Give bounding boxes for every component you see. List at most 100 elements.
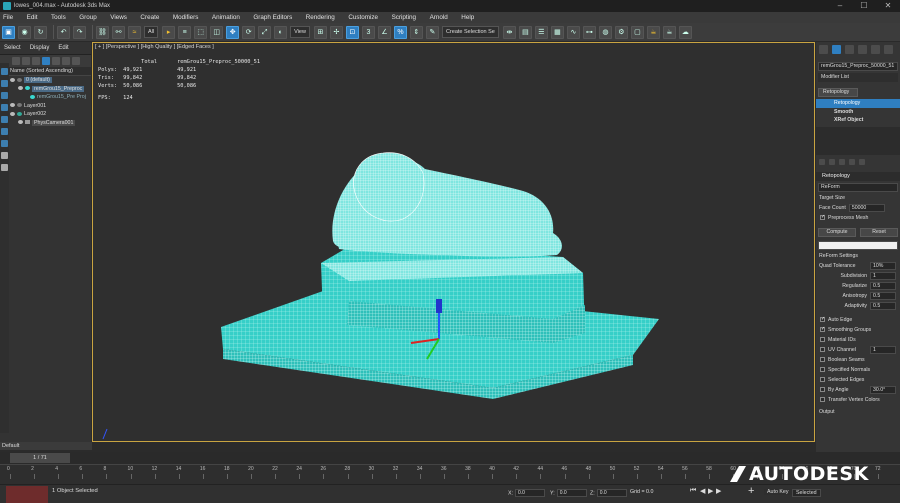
menu-customize[interactable]: Customize [348,14,378,21]
material-editor-icon[interactable]: ◍ [598,25,612,39]
refresh-icon[interactable]: ↻ [34,25,47,39]
render-online-icon[interactable]: ☁ [678,25,692,39]
filter-funnel-icon[interactable] [1,152,8,159]
tab-select[interactable]: Select [4,45,21,51]
scale-icon[interactable]: ⤢ [258,25,272,39]
maxscript-listener[interactable] [6,486,48,503]
hierarchy-tab-icon[interactable] [845,44,854,54]
snaps-toggle-icon[interactable]: ⊡ [345,25,359,39]
reset-button[interactable]: Reset [860,227,898,237]
face-count-input[interactable]: 50000 [848,203,885,212]
select-object-icon[interactable]: ▸ [162,25,176,39]
modifier-list-dropdown[interactable]: Modifier List [818,73,898,82]
menu-file[interactable]: File [3,14,13,21]
eye-icon[interactable] [17,103,22,108]
object-name-field[interactable]: remGrou15_Preproc_50000_51 [818,62,898,71]
menu-graph-editors[interactable]: Graph Editors [253,14,292,21]
eye-icon[interactable] [25,86,30,91]
viewport-label-menu[interactable]: [ + ] [Perspective ] [High Quality ] [Ed… [95,44,214,50]
placement-icon[interactable]: ◐ [274,25,288,39]
uv-channel-check[interactable]: UV Channel 1 [816,345,900,355]
align-icon[interactable]: ▤ [518,25,532,39]
display-none-icon[interactable] [1,68,8,75]
eye-icon[interactable] [30,94,35,99]
move-icon[interactable]: ✥ [226,25,240,39]
retopology-button[interactable]: Retopology [818,88,858,97]
redo-icon[interactable]: ↷ [73,25,86,39]
make-unique-icon[interactable] [839,158,845,165]
freeze-icon[interactable] [1,104,8,111]
geometry-filter-icon[interactable] [22,57,30,65]
rollout-retopology[interactable]: Retopology [816,171,900,181]
helper-filter-icon[interactable] [62,57,70,65]
configure-sets-icon[interactable] [859,158,865,165]
menu-arnold[interactable]: Arnold [430,14,448,21]
rotate-icon[interactable]: ⟳ [242,25,256,39]
menu-modifiers[interactable]: Modifiers [173,14,199,21]
material-ids-check[interactable]: Material IDs [816,335,900,345]
stack-item-smooth[interactable]: Smooth [816,108,900,117]
unlink-icon[interactable]: ⚯ [112,25,125,39]
search-icon[interactable] [72,57,80,65]
percent-snap-icon[interactable]: % [393,25,407,39]
eye-icon[interactable] [17,77,22,82]
selection-filter-dropdown[interactable]: All [144,26,159,38]
y-coordinate-input[interactable]: 0.0 [556,489,587,497]
smoothing-groups-check[interactable]: ✓ Smoothing Groups [816,325,900,335]
angle-snap-icon[interactable]: ∠ [377,25,391,39]
menu-group[interactable]: Group [79,14,97,21]
z-coordinate-input[interactable]: 0.0 [596,489,627,497]
rect-selection-icon[interactable]: ⬚ [194,25,208,39]
menu-edit[interactable]: Edit [27,14,38,21]
preprocess-mesh-check[interactable]: ✓ Preprocess Mesh [816,213,900,223]
window-crossing-icon[interactable]: ◫ [210,25,224,39]
specified-normals-check[interactable]: Specified Normals [816,365,900,375]
layer-selector[interactable]: Default [0,442,92,450]
next-frame-icon[interactable]: ▶ [716,487,721,495]
lock-icon[interactable] [1,164,8,171]
play-icon[interactable]: ▶ [708,487,713,495]
stack-item-xref[interactable]: XRef Object [816,116,900,125]
bind-spacewarp-icon[interactable]: ≈ [128,25,141,39]
explorer-row[interactable]: 0 (default) [10,76,91,85]
compute-button[interactable]: Compute [818,227,856,237]
menu-rendering[interactable]: Rendering [306,14,335,21]
x-coordinate-input[interactable]: 0.0 [515,489,546,497]
keyboard-shortcut-icon[interactable]: ✢ [329,25,343,39]
transfer-vertex-colors-check[interactable]: Transfer Vertex Colors [816,395,900,405]
eye-icon[interactable] [18,86,23,91]
selection-set-dropdown[interactable]: Create Selection Se [441,26,499,38]
light-filter-icon[interactable] [42,57,50,65]
link-icon[interactable]: ⛓ [96,25,109,39]
by-angle-check[interactable]: By Angle 30.0° [816,385,900,395]
explorer-row[interactable]: remGrou15_Preproc [10,85,91,94]
maximize-button[interactable]: ☐ [852,0,876,12]
eye-icon[interactable] [18,120,23,125]
menu-tools[interactable]: Tools [51,14,66,21]
explorer-row[interactable]: remGrou15_Pre Proj [10,93,91,102]
show-end-result-icon[interactable] [829,158,835,165]
lion-sculpture-mesh[interactable] [93,43,816,443]
perspective-viewport[interactable] [92,42,815,442]
boolean-seams-check[interactable]: Boolean Seams [816,355,900,365]
menu-create[interactable]: Create [140,14,159,21]
tab-edit[interactable]: Edit [58,45,68,51]
display-tab-icon[interactable] [871,44,880,54]
eye-icon[interactable] [10,111,15,116]
curve-editor-icon[interactable]: ∿ [566,25,580,39]
eye-icon[interactable] [17,111,22,116]
method-dropdown[interactable]: ReForm [818,182,898,192]
hierarchy-icon[interactable] [1,92,8,99]
pivot-icon[interactable]: ⊞ [313,25,327,39]
snap-3-icon[interactable]: 3 [361,25,375,39]
eye-icon[interactable] [10,103,15,108]
edit-named-sets-icon[interactable]: ✎ [425,25,439,39]
spinner-snap-icon[interactable]: ⇕ [409,25,423,39]
render-production-icon[interactable]: ☕ [646,25,660,39]
sort-icon[interactable] [1,140,8,147]
render-iterative-icon[interactable]: ☕ [662,25,676,39]
selected-dropdown[interactable]: Selected [792,489,821,497]
selected-edges-check[interactable]: Selected Edges [816,375,900,385]
rendered-frame-icon[interactable]: ▢ [630,25,644,39]
create-tab-icon[interactable] [819,44,828,54]
